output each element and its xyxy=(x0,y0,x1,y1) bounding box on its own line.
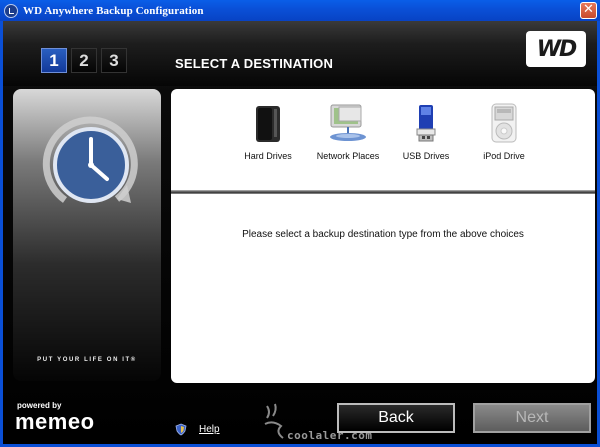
page-title: SELECT A DESTINATION xyxy=(175,56,334,71)
destination-hard-drives[interactable]: Hard Drives xyxy=(223,99,313,161)
destination-label: Hard Drives xyxy=(244,151,292,161)
tagline: PUT YOUR LIFE ON IT® xyxy=(37,357,137,363)
left-panel: PUT YOUR LIFE ON IT® xyxy=(13,89,161,381)
step-1: 1 xyxy=(41,48,67,73)
network-places-icon xyxy=(303,99,393,143)
destination-ipod-drive[interactable]: iPod Drive xyxy=(459,99,549,161)
window-body: 1 2 3 SELECT A DESTINATION WD PUT YOUR L… xyxy=(0,21,600,447)
window-title: WD Anywhere Backup Configuration xyxy=(23,4,204,17)
instruction-text: Please select a backup destination type … xyxy=(242,229,524,240)
destination-label: Network Places xyxy=(316,151,380,161)
step-2: 2 xyxy=(71,48,97,73)
close-button[interactable]: ✕ xyxy=(580,2,597,19)
help-label[interactable]: Help xyxy=(199,424,220,435)
title-bar: WD Anywhere Backup Configuration ✕ xyxy=(0,0,600,21)
wd-logo: WD xyxy=(526,31,586,67)
destination-network-places[interactable]: Network Places xyxy=(303,99,393,161)
destination-panel: Hard Drives Network Places USB Drives iP… xyxy=(171,89,595,383)
ipod-icon xyxy=(459,99,549,143)
next-button[interactable]: Next xyxy=(473,403,591,433)
wd-logo-text: WD xyxy=(536,36,578,62)
hard-drive-icon xyxy=(223,99,313,143)
app-icon xyxy=(4,3,18,18)
help-link[interactable]: Help xyxy=(175,423,220,436)
destination-usb-drives[interactable]: USB Drives xyxy=(381,99,471,161)
usb-drive-icon xyxy=(381,99,471,143)
close-icon: ✕ xyxy=(583,2,594,17)
shield-icon xyxy=(175,423,187,436)
destination-label: iPod Drive xyxy=(483,151,525,161)
destination-label: USB Drives xyxy=(402,151,450,161)
back-button[interactable]: Back xyxy=(337,403,455,433)
step-indicator: 1 2 3 xyxy=(41,48,127,73)
destination-choices: Hard Drives Network Places USB Drives iP… xyxy=(171,89,595,189)
clock-icon xyxy=(35,115,145,215)
panel-divider xyxy=(171,190,595,194)
step-3: 3 xyxy=(101,48,127,73)
memeo-logo: memeo xyxy=(15,409,95,434)
